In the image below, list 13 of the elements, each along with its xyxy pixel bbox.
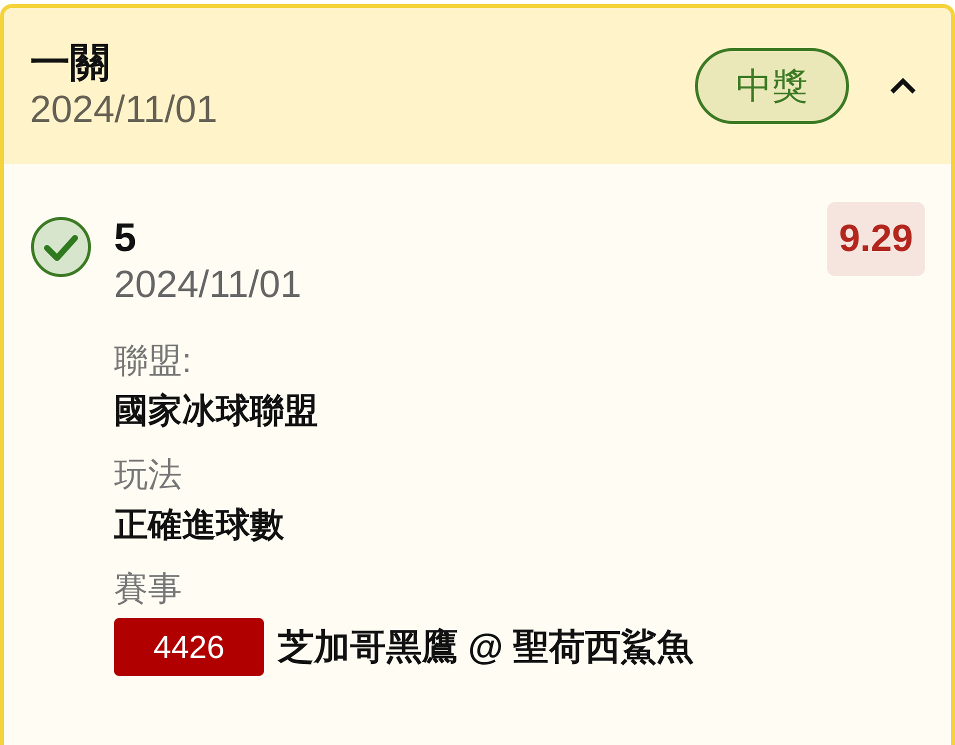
selection-date: 2024/11/01 <box>114 263 302 308</box>
detail-label: 聯盟: <box>114 341 192 382</box>
detail-label: 賽事 <box>114 569 183 610</box>
selection-title: 5 <box>114 215 138 262</box>
detail-value: 國家冰球聯盟 <box>114 391 319 432</box>
odds-badge: 9.29 <box>827 202 925 276</box>
result-badge: 中獎 <box>695 48 849 124</box>
match-number: 4426 <box>114 618 264 676</box>
bet-date: 2024/11/01 <box>30 88 218 133</box>
bet-title: 一關 <box>30 40 111 87</box>
detail-label: 玩法 <box>114 455 183 496</box>
match-name: 芝加哥黑鷹 @ 聖荷西鯊魚 <box>278 624 694 668</box>
detail-value: 正確進球數 <box>114 505 285 546</box>
